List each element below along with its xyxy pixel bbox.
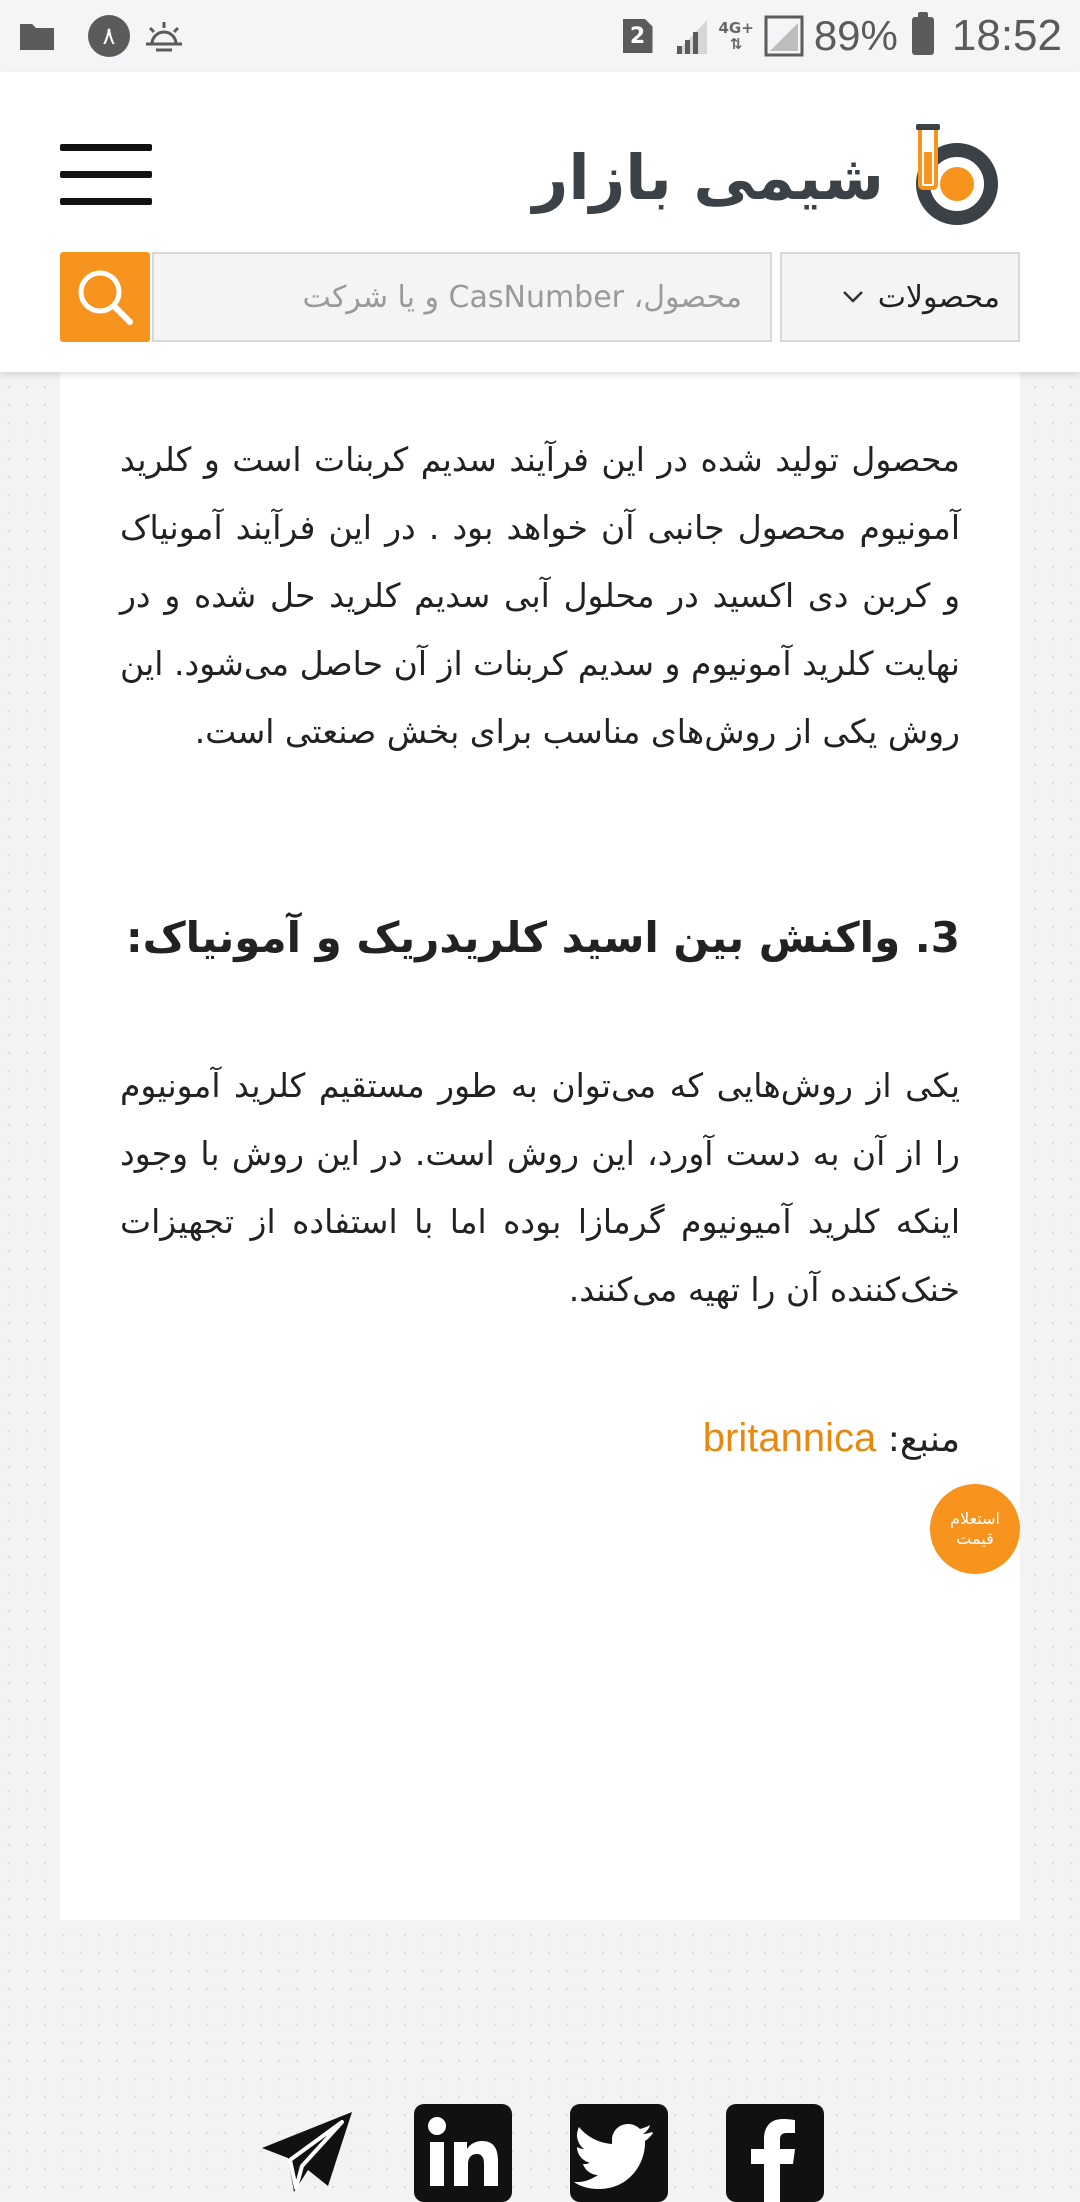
site-header: شیمی بازار محصولات	[0, 72, 1080, 372]
search-category-select[interactable]: محصولات	[780, 252, 1020, 342]
article-source: منبع: britannica	[120, 1408, 960, 1470]
status-bar-left: ٨	[18, 14, 184, 58]
status-bar-right: 2 4G+ ⇅ 89% 18:52	[622, 10, 1062, 62]
article-heading: 3. واکنش بین اسید کلریدریک و آمونیاک:	[125, 913, 960, 962]
article-paragraph-2-wrap: یکی از روش‌هایی که می‌توان به طور مستقیم…	[120, 1052, 960, 1324]
signal-icon-secondary	[764, 15, 804, 57]
network-type-label: 4G+	[718, 19, 754, 37]
facebook-icon[interactable]	[726, 2104, 824, 2202]
linkedin-icon[interactable]	[414, 2104, 512, 2202]
folder-icon	[20, 24, 54, 50]
twitter-icon[interactable]	[570, 2104, 668, 2202]
search-icon	[78, 270, 133, 325]
menu-bar-top	[60, 144, 152, 151]
article-paragraph: محصول تولید شده در این فرآیند سدیم کربنا…	[120, 440, 960, 751]
search-input[interactable]	[152, 252, 772, 342]
brightness-icon	[146, 22, 182, 52]
notification-count-badge: ٨	[88, 15, 130, 57]
source-label: منبع:	[887, 1419, 960, 1460]
sim-slot-badge: 2	[622, 19, 653, 53]
battery-icon	[911, 12, 934, 55]
price-inquiry-button[interactable]: استعلام قیمت	[930, 1484, 1020, 1574]
price-inquiry-line-2: قیمت	[956, 1529, 994, 1548]
telegram-icon[interactable]	[258, 2104, 356, 2202]
menu-bar-middle	[60, 171, 152, 178]
source-link[interactable]: britannica	[703, 1416, 876, 1460]
search-button[interactable]	[60, 252, 150, 342]
search-bar: محصولات	[60, 252, 1020, 342]
data-arrows-icon: ⇅	[729, 35, 743, 53]
menu-bar-bottom	[60, 198, 152, 205]
brand-logo-link[interactable]: شیمی بازار	[533, 112, 1002, 242]
clock: 18:52	[951, 11, 1062, 60]
brand-name: شیمی بازار	[532, 140, 885, 214]
search-category-label: محصولات	[877, 279, 1000, 315]
flask-logo-icon	[916, 124, 998, 225]
chevron-down-icon	[842, 291, 863, 303]
article-content: محصول تولید شده در این فرآیند سدیم کربنا…	[60, 372, 1020, 2202]
article-heading-wrap: 3. واکنش بین اسید کلریدریک و آمونیاک:	[120, 908, 960, 968]
battery-percent: 89%	[813, 12, 898, 59]
signal-icon	[674, 20, 707, 54]
article-paragraph: یکی از روش‌هایی که می‌توان به طور مستقیم…	[120, 1066, 960, 1309]
status-bar: ٨ 2 4G+ ⇅ 89% 18:52	[0, 0, 1080, 72]
network-type-indicator: 4G+ ⇅	[719, 20, 754, 52]
menu-hamburger-button[interactable]	[60, 144, 152, 205]
price-inquiry-line-1: استعلام	[950, 1509, 1000, 1528]
article-paragraph-1-wrap: محصول تولید شده در این فرآیند سدیم کربنا…	[120, 426, 960, 766]
